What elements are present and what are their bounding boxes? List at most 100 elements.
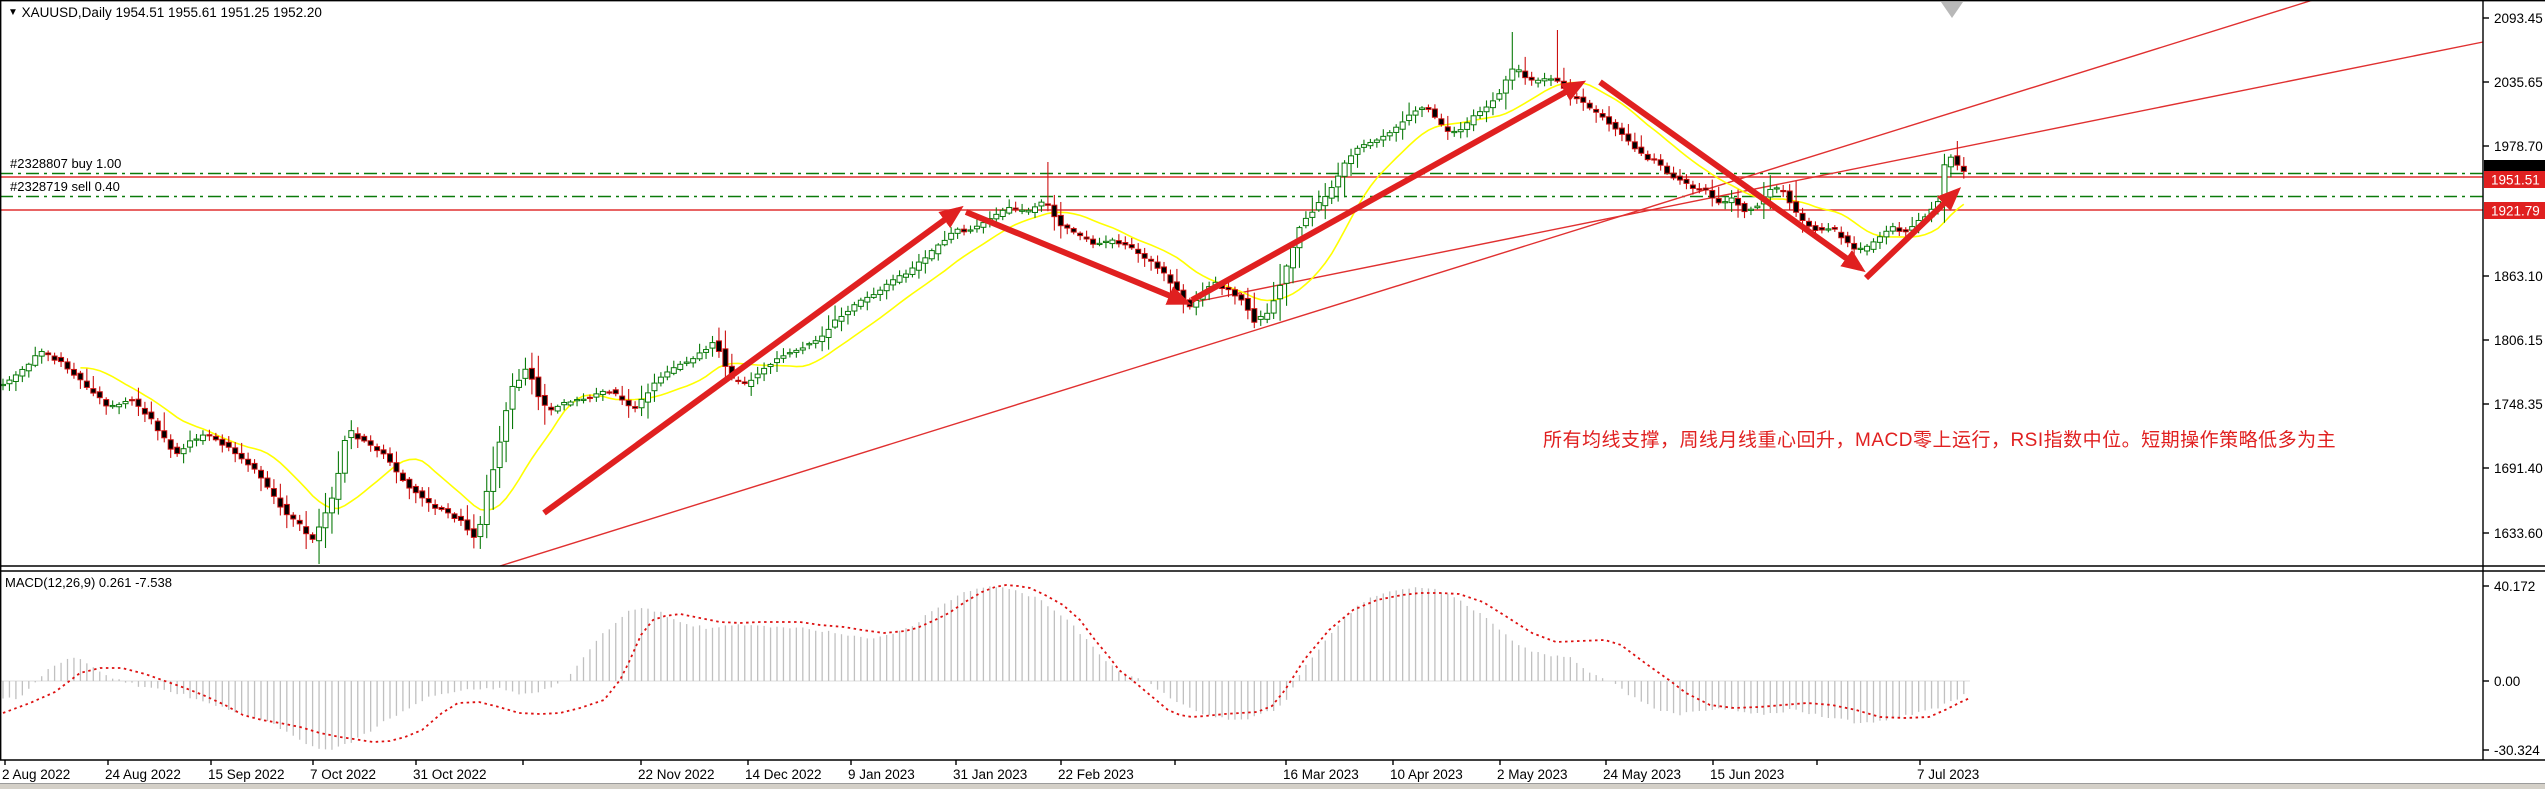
candle-body — [665, 372, 670, 377]
candle — [265, 471, 270, 489]
chart-canvas[interactable]: 2093.452035.651978.701863.101806.151748.… — [0, 0, 2545, 789]
candle — [1420, 106, 1425, 117]
candle-body — [491, 470, 496, 492]
candle — [1110, 238, 1115, 249]
level-price-tag-text: 1921.79 — [2491, 204, 2540, 219]
candle-body — [1774, 188, 1779, 189]
mt4-chart-window: 2093.452035.651978.701863.101806.151748.… — [0, 0, 2545, 789]
candle-body — [478, 524, 483, 536]
candle-body — [46, 353, 51, 355]
candle-body — [1323, 197, 1328, 206]
candle-body — [439, 508, 444, 510]
ascending-trendline[interactable] — [500, 0, 2313, 566]
candle-body — [1045, 204, 1050, 205]
candle-body — [658, 377, 663, 383]
candle — [1523, 57, 1528, 85]
candle — [452, 512, 457, 522]
date-axis-label: 24 Aug 2022 — [105, 767, 181, 782]
candle — [1297, 226, 1302, 268]
candle — [936, 243, 941, 260]
candle — [426, 487, 431, 512]
candle-body — [1884, 231, 1889, 237]
candle — [633, 401, 638, 412]
candle-body — [620, 396, 625, 400]
candle-body — [52, 356, 57, 360]
candle — [375, 444, 380, 458]
candle-body — [1078, 233, 1083, 235]
candle — [91, 376, 96, 396]
candle-body — [1742, 203, 1747, 211]
candle-body — [33, 356, 38, 366]
candle — [1116, 234, 1121, 247]
candle — [284, 495, 289, 528]
candle-body — [1536, 80, 1541, 83]
gray-triangle-marker[interactable] — [1941, 2, 1963, 18]
candle-body — [607, 392, 612, 393]
candle — [1361, 140, 1366, 153]
candle — [1542, 73, 1547, 86]
candle — [865, 291, 870, 310]
candle — [736, 376, 741, 384]
candle — [626, 389, 631, 418]
candle-body — [1465, 123, 1470, 130]
candle-body — [529, 368, 534, 379]
candle — [233, 442, 238, 462]
candle — [162, 412, 167, 442]
macd-axis-label: 40.172 — [2494, 579, 2535, 594]
candle-body — [1084, 237, 1089, 239]
candle-body — [775, 359, 780, 363]
candle-body — [1271, 301, 1276, 313]
candle-body — [458, 516, 463, 520]
candle — [1045, 162, 1050, 211]
candle — [1123, 236, 1128, 249]
candle — [1407, 103, 1412, 126]
candle-body — [1458, 130, 1463, 132]
candle — [1007, 199, 1012, 214]
candles-layer — [1, 30, 1967, 564]
candle — [691, 356, 696, 367]
trend-arrow[interactable] — [966, 212, 1185, 302]
candle — [968, 226, 973, 234]
candle — [884, 280, 889, 300]
candle-body — [1645, 154, 1650, 159]
candle — [1890, 223, 1895, 235]
candle-body — [1678, 176, 1683, 180]
collapse-triangle-icon[interactable]: ▼ — [8, 7, 18, 18]
candle-body — [220, 439, 225, 445]
price-axis-label: 1863.10 — [2494, 269, 2543, 284]
candle-body — [175, 447, 180, 453]
candle — [1832, 225, 1837, 232]
candle-body — [246, 459, 251, 465]
candle — [878, 287, 883, 302]
candle — [1452, 127, 1457, 137]
candle — [1013, 202, 1018, 213]
candle — [1613, 119, 1618, 136]
candle — [420, 487, 425, 507]
candle — [1103, 235, 1108, 248]
candle-body — [1503, 80, 1508, 93]
candle-body — [291, 515, 296, 519]
candle-body — [1813, 226, 1818, 231]
candle-body — [871, 295, 876, 298]
candle — [671, 361, 676, 376]
macd-indicator-label: MACD(12,26,9) 0.261 -7.538 — [5, 575, 172, 590]
trend-arrow[interactable] — [544, 210, 958, 513]
trend-arrow[interactable] — [1192, 84, 1580, 300]
candle-body — [1697, 189, 1702, 190]
candle-body — [684, 362, 689, 363]
candle — [291, 512, 296, 527]
candle-body — [1245, 298, 1250, 310]
candle-body — [1149, 259, 1154, 261]
candle-body — [994, 214, 999, 218]
candle-body — [639, 399, 644, 407]
candle-body — [1607, 117, 1612, 124]
candle — [1078, 231, 1083, 240]
candle-body — [1071, 229, 1076, 233]
candle — [497, 426, 502, 488]
macd-layer — [0, 585, 1970, 750]
candle — [175, 443, 180, 457]
candle — [1884, 226, 1889, 245]
candle-body — [891, 280, 896, 285]
candle — [1852, 236, 1857, 262]
candle-body — [697, 353, 702, 359]
